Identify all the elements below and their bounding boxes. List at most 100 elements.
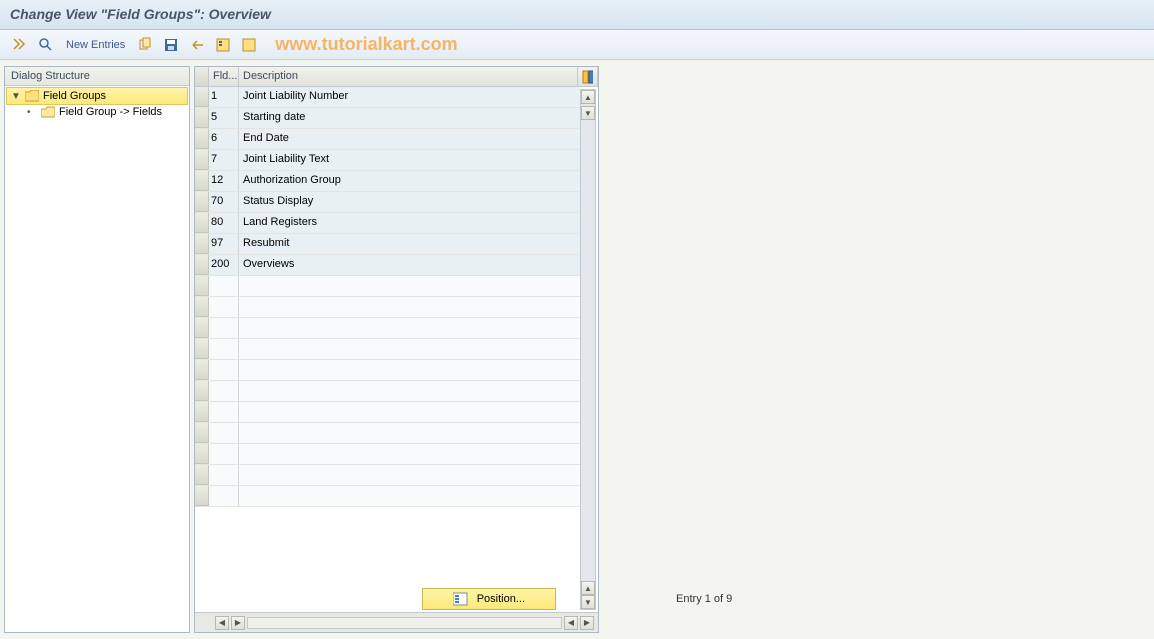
cell-description[interactable] [239,276,580,296]
undo-icon[interactable] [187,35,207,55]
scroll-up-icon[interactable]: ▲ [581,90,595,104]
row-selector[interactable] [195,234,209,254]
cell-fld[interactable] [209,402,239,422]
cell-description[interactable] [239,339,580,359]
row-selector[interactable] [195,444,209,464]
cell-fld[interactable] [209,339,239,359]
row-selector[interactable] [195,150,209,170]
bullet-icon: • [27,107,37,118]
table-row-empty[interactable] [195,444,580,465]
cell-description[interactable] [239,402,580,422]
cell-description[interactable]: Authorization Group [239,171,580,191]
table-row[interactable]: 200Overviews [195,255,580,276]
row-selector[interactable] [195,381,209,401]
table-row[interactable]: 97Resubmit [195,234,580,255]
cell-description[interactable]: Joint Liability Number [239,87,580,107]
cell-description[interactable]: Overviews [239,255,580,275]
configure-columns-icon[interactable] [578,67,598,86]
cell-fld[interactable] [209,465,239,485]
cell-description[interactable] [239,465,580,485]
cell-description[interactable]: Resubmit [239,234,580,254]
row-selector[interactable] [195,423,209,443]
table-row[interactable]: 6End Date [195,129,580,150]
row-selector[interactable] [195,465,209,485]
table-row[interactable]: 7Joint Liability Text [195,150,580,171]
row-selector[interactable] [195,486,209,506]
table-row[interactable]: 80Land Registers [195,213,580,234]
cell-description[interactable] [239,318,580,338]
cell-description[interactable] [239,444,580,464]
cell-fld[interactable] [209,381,239,401]
row-selector[interactable] [195,87,209,107]
table-row[interactable]: 1Joint Liability Number [195,87,580,108]
table-row-empty[interactable] [195,297,580,318]
cell-description[interactable]: Starting date [239,108,580,128]
cell-description[interactable] [239,381,580,401]
cell-fld[interactable]: 1 [209,87,239,107]
cell-fld[interactable] [209,444,239,464]
cell-description[interactable] [239,297,580,317]
table-row-empty[interactable] [195,276,580,297]
column-fld[interactable]: Fld... [209,67,239,86]
tree-node-field-groups[interactable]: ▼ Field Groups [6,87,188,105]
row-selector[interactable] [195,192,209,212]
row-selector[interactable] [195,360,209,380]
tree-node-field-group-fields[interactable]: • Field Group -> Fields [7,104,187,120]
cell-description[interactable] [239,360,580,380]
cell-fld[interactable]: 70 [209,192,239,212]
row-selector[interactable] [195,255,209,275]
table-row-empty[interactable] [195,318,580,339]
row-selector[interactable] [195,297,209,317]
cell-fld[interactable] [209,486,239,506]
cell-description[interactable]: Land Registers [239,213,580,233]
row-selector[interactable] [195,171,209,191]
row-selector[interactable] [195,318,209,338]
table-row-empty[interactable] [195,381,580,402]
select-all-column[interactable] [195,67,209,86]
vertical-scrollbar[interactable]: ▲ ▼ ▲ ▼ [580,89,596,610]
cell-fld[interactable] [209,423,239,443]
cell-fld[interactable] [209,297,239,317]
cell-description[interactable]: End Date [239,129,580,149]
save-icon[interactable] [161,35,181,55]
find-icon[interactable] [36,35,56,55]
row-selector[interactable] [195,276,209,296]
row-selector[interactable] [195,339,209,359]
position-button[interactable]: Position... [422,588,556,610]
cell-fld[interactable]: 97 [209,234,239,254]
select-all-icon[interactable] [213,35,233,55]
scroll-down-icon[interactable]: ▼ [581,106,595,120]
cell-fld[interactable]: 12 [209,171,239,191]
column-description[interactable]: Description [239,67,578,86]
table-row-empty[interactable] [195,339,580,360]
cell-fld[interactable]: 5 [209,108,239,128]
table-row[interactable]: 70Status Display [195,192,580,213]
toggle-icon[interactable] [10,35,30,55]
cell-fld[interactable]: 6 [209,129,239,149]
cell-fld[interactable] [209,318,239,338]
cell-fld[interactable] [209,276,239,296]
new-entries-button[interactable]: New Entries [62,39,129,51]
row-selector[interactable] [195,402,209,422]
cell-description[interactable]: Joint Liability Text [239,150,580,170]
row-selector[interactable] [195,108,209,128]
cell-fld[interactable]: 200 [209,255,239,275]
table-row-empty[interactable] [195,465,580,486]
expand-icon[interactable]: ▼ [11,91,21,102]
table-row-empty[interactable] [195,360,580,381]
copy-icon[interactable] [135,35,155,55]
table-row[interactable]: 5Starting date [195,108,580,129]
deselect-all-icon[interactable] [239,35,259,55]
cell-fld[interactable] [209,360,239,380]
table-row-empty[interactable] [195,402,580,423]
cell-description[interactable] [239,423,580,443]
row-selector[interactable] [195,213,209,233]
cell-description[interactable]: Status Display [239,192,580,212]
cell-fld[interactable]: 80 [209,213,239,233]
row-selector[interactable] [195,129,209,149]
table-row-empty[interactable] [195,486,580,507]
cell-fld[interactable]: 7 [209,150,239,170]
table-row[interactable]: 12Authorization Group [195,171,580,192]
table-row-empty[interactable] [195,423,580,444]
cell-description[interactable] [239,486,580,506]
